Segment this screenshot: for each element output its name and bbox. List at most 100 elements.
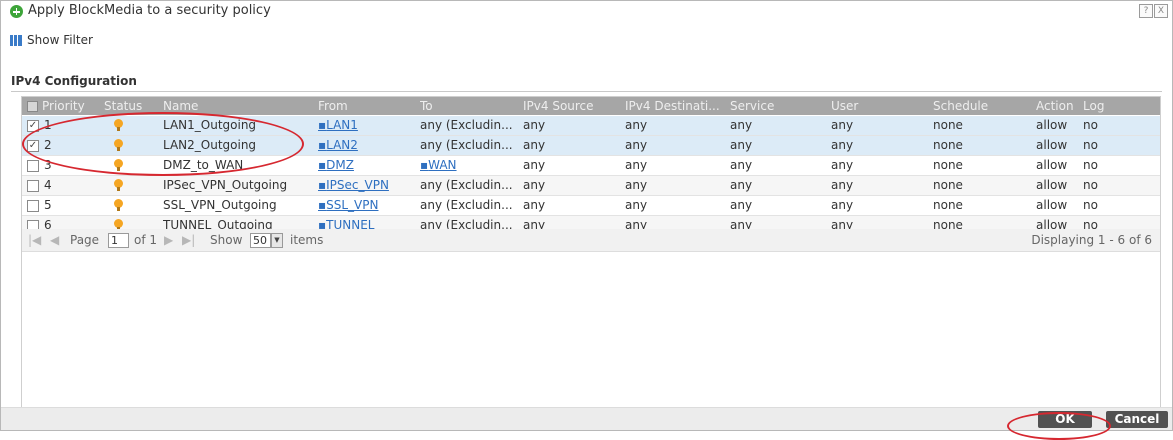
cell-service: any xyxy=(730,138,753,152)
cell-destination: any xyxy=(625,138,648,152)
table-row[interactable]: ✓ 1 LAN1_Outgoing ▪LAN1 any (Excludin...… xyxy=(22,116,1160,136)
window-buttons: ? X xyxy=(1139,4,1168,18)
cell-schedule: none xyxy=(933,158,963,172)
bulb-icon xyxy=(114,219,123,231)
cell-destination: any xyxy=(625,198,648,212)
cell-log: no xyxy=(1083,118,1098,132)
cell-to[interactable]: ▪WAN xyxy=(420,156,520,175)
cell-service: any xyxy=(730,158,753,172)
cell-log: no xyxy=(1083,138,1098,152)
from-link[interactable]: LAN2 xyxy=(326,138,358,152)
cell-name: LAN2_Outgoing xyxy=(163,138,257,152)
displaying-count: Displaying 1 - 6 of 6 xyxy=(1031,233,1152,247)
apply-blockmedia-dialog: Apply BlockMedia to a security policy ? … xyxy=(0,0,1173,440)
page-label: Page xyxy=(70,233,100,247)
add-icon xyxy=(10,5,23,18)
row-checkbox[interactable] xyxy=(27,160,39,172)
cancel-button[interactable]: Cancel xyxy=(1106,411,1168,428)
close-icon[interactable]: X xyxy=(1154,4,1168,18)
cell-service: any xyxy=(730,198,753,212)
cell-destination: any xyxy=(625,158,648,172)
cell-from[interactable]: ▪IPSec_VPN xyxy=(318,176,408,195)
prev-page-button[interactable]: ◀ xyxy=(50,229,59,251)
table-row[interactable]: 4 IPSec_VPN_Outgoing ▪IPSec_VPN any (Exc… xyxy=(22,176,1160,196)
cell-name: IPSec_VPN_Outgoing xyxy=(163,178,288,192)
cell-source: any xyxy=(523,178,546,192)
col-name[interactable]: Name xyxy=(163,97,283,115)
row-checkbox[interactable]: ✓ xyxy=(27,140,39,152)
col-schedule[interactable]: Schedule xyxy=(933,97,1023,115)
ok-button[interactable]: OK xyxy=(1038,411,1092,428)
cell-to: any (Excludin... xyxy=(420,138,513,152)
to-link[interactable]: WAN xyxy=(428,158,456,172)
from-link[interactable]: DMZ xyxy=(326,158,354,172)
first-page-button[interactable]: |◀ xyxy=(28,229,41,251)
next-page-button[interactable]: ▶ xyxy=(164,229,173,251)
help-icon[interactable]: ? xyxy=(1139,4,1153,18)
dialog-footer: OK Cancel xyxy=(1,407,1172,430)
col-ipv4-destination[interactable]: IPv4 Destinati... xyxy=(625,97,730,115)
section-divider xyxy=(11,91,1162,92)
items-label: items xyxy=(290,233,324,247)
page-count-label: of 1 xyxy=(134,233,158,247)
cell-name: DMZ_to_WAN xyxy=(163,158,244,172)
cell-destination: any xyxy=(625,178,648,192)
filter-columns-icon xyxy=(10,34,22,46)
pagination-bar: |◀ ◀ Page 1 of 1 ▶ ▶| Show 50 ▼ items Di… xyxy=(22,229,1160,252)
from-link[interactable]: LAN1 xyxy=(326,118,358,132)
cell-user: any xyxy=(831,158,854,172)
policy-table: Priority Status Name From To IPv4 Source… xyxy=(21,96,1161,415)
cell-log: no xyxy=(1083,198,1098,212)
row-checkbox[interactable] xyxy=(27,200,39,212)
cell-priority: 3 xyxy=(44,158,52,172)
cell-source: any xyxy=(523,198,546,212)
cell-to: any (Excludin... xyxy=(420,118,513,132)
cell-service: any xyxy=(730,118,753,132)
col-priority[interactable]: Priority xyxy=(42,97,90,115)
table-row[interactable]: 5 SSL_VPN_Outgoing ▪SSL_VPN any (Excludi… xyxy=(22,196,1160,216)
col-action[interactable]: Action xyxy=(1036,97,1081,115)
col-user[interactable]: User xyxy=(831,97,911,115)
chevron-down-icon[interactable]: ▼ xyxy=(271,233,283,248)
col-service[interactable]: Service xyxy=(730,97,810,115)
cell-action: allow xyxy=(1036,178,1068,192)
cell-schedule: none xyxy=(933,198,963,212)
col-to[interactable]: To xyxy=(420,97,510,115)
col-from[interactable]: From xyxy=(318,97,398,115)
dialog-titlebar: Apply BlockMedia to a security policy ? … xyxy=(1,1,1172,23)
cell-from[interactable]: ▪LAN2 xyxy=(318,136,408,155)
select-all-checkbox[interactable] xyxy=(27,101,38,112)
page-size-select[interactable]: 50 xyxy=(250,233,271,248)
last-page-button[interactable]: ▶| xyxy=(182,229,195,251)
cell-schedule: none xyxy=(933,178,963,192)
cell-source: any xyxy=(523,118,546,132)
page-number-input[interactable]: 1 xyxy=(108,233,129,248)
cell-to: any (Excludin... xyxy=(420,178,513,192)
cell-action: allow xyxy=(1036,198,1068,212)
from-link[interactable]: SSL_VPN xyxy=(326,198,378,212)
show-filter-link[interactable]: Show Filter xyxy=(10,33,93,47)
col-ipv4-source[interactable]: IPv4 Source xyxy=(523,97,613,115)
cell-priority: 1 xyxy=(44,118,52,132)
row-checkbox[interactable]: ✓ xyxy=(27,120,39,132)
cell-action: allow xyxy=(1036,118,1068,132)
col-log[interactable]: Log xyxy=(1083,97,1123,115)
col-status[interactable]: Status xyxy=(104,97,149,115)
bulb-icon xyxy=(114,179,123,191)
cell-to: any (Excludin... xyxy=(420,198,513,212)
table-row[interactable]: 3 DMZ_to_WAN ▪DMZ ▪WAN any any any any n… xyxy=(22,156,1160,176)
cell-user: any xyxy=(831,138,854,152)
cell-schedule: none xyxy=(933,118,963,132)
row-checkbox[interactable] xyxy=(27,180,39,192)
cell-user: any xyxy=(831,198,854,212)
show-label: Show xyxy=(210,233,243,247)
cell-from[interactable]: ▪LAN1 xyxy=(318,116,408,135)
cell-from[interactable]: ▪SSL_VPN xyxy=(318,196,408,215)
table-row[interactable]: ✓ 2 LAN2_Outgoing ▪LAN2 any (Excludin...… xyxy=(22,136,1160,156)
cell-service: any xyxy=(730,178,753,192)
section-title: IPv4 Configuration xyxy=(11,74,137,88)
cell-source: any xyxy=(523,138,546,152)
cell-from[interactable]: ▪DMZ xyxy=(318,156,408,175)
bulb-icon xyxy=(114,199,123,211)
from-link[interactable]: IPSec_VPN xyxy=(326,178,389,192)
